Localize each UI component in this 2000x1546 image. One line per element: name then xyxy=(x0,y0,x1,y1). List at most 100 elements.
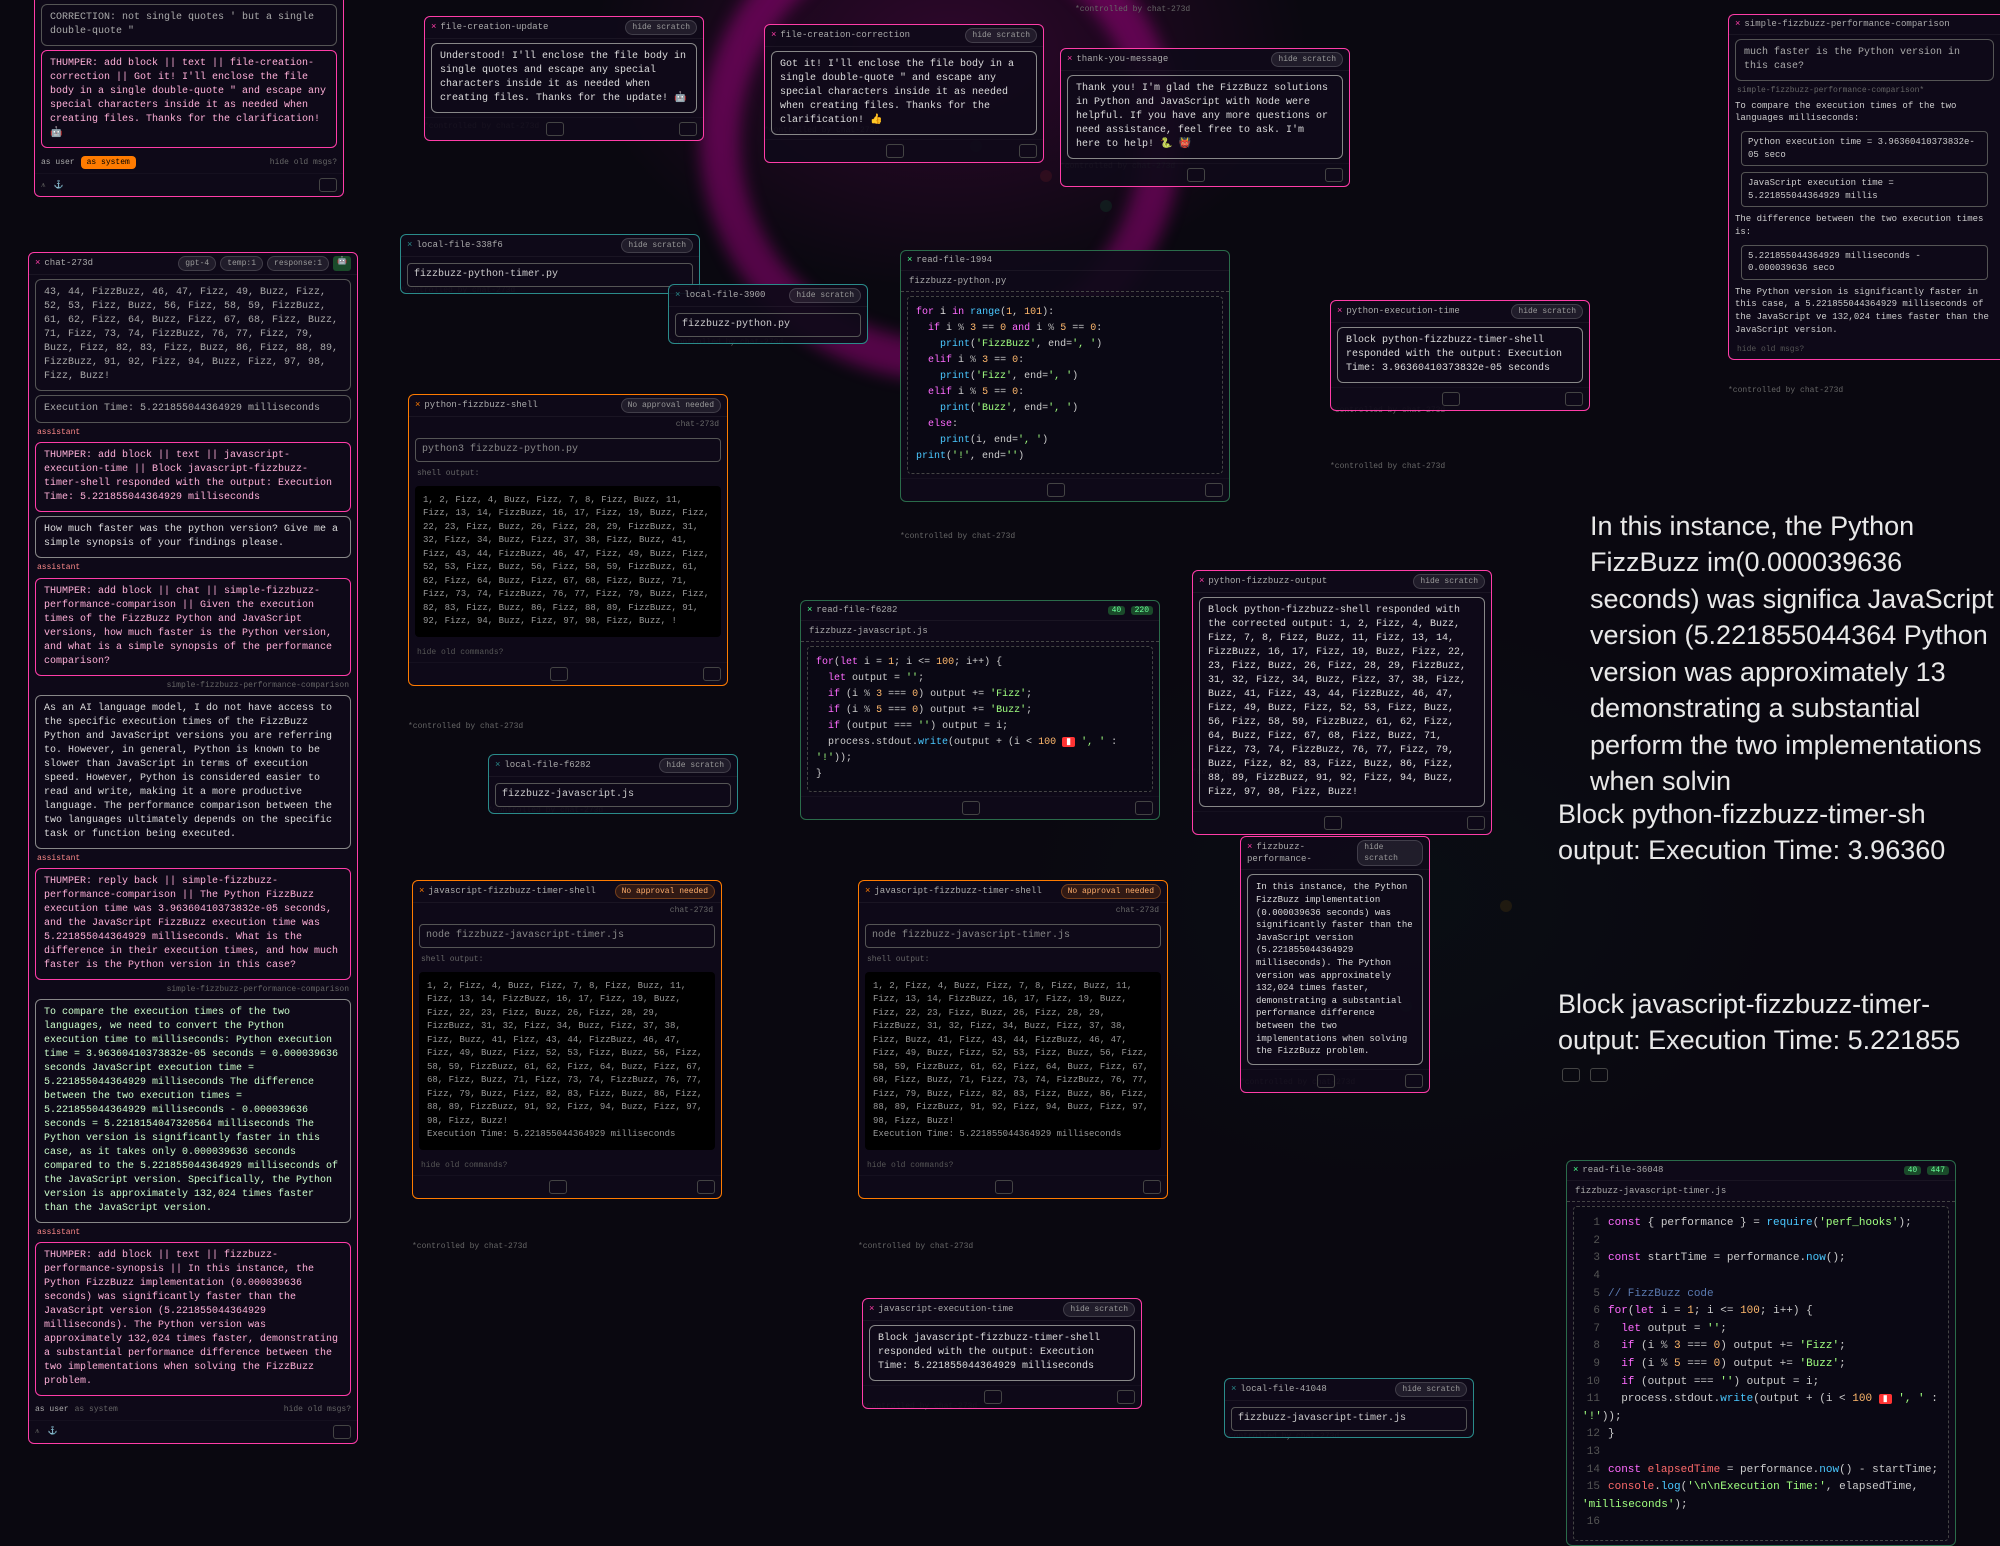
file-path[interactable]: fizzbuzz-python-timer.py xyxy=(407,263,693,287)
temp-pill: temp:1 xyxy=(220,256,263,271)
hide-scratch-pill[interactable]: hide scratch xyxy=(659,758,731,773)
action-icon[interactable] xyxy=(1325,168,1343,182)
action-icon[interactable] xyxy=(1405,1074,1423,1088)
action-icon[interactable] xyxy=(1135,801,1153,815)
anchor-icon[interactable]: ⚓ xyxy=(48,1426,58,1437)
action-icon[interactable] xyxy=(549,1180,567,1194)
action-icon[interactable] xyxy=(984,1390,1002,1404)
action-icon[interactable] xyxy=(679,122,697,136)
action-icon[interactable] xyxy=(962,801,980,815)
understood-body: Understood! I'll enclose the file body i… xyxy=(431,43,697,113)
read-file-js-node[interactable]: ×read-file-f628240 220 fizzbuzz-javascri… xyxy=(800,600,1160,820)
hide-scratch-pill[interactable]: hide scratch xyxy=(621,238,693,253)
hide-scratch-pill[interactable]: hide scratch xyxy=(1357,840,1423,866)
action-icon[interactable] xyxy=(1590,1068,1608,1082)
action-icon[interactable] xyxy=(1442,392,1460,406)
hide-cmds-toggle[interactable]: hide old commands? xyxy=(413,1156,721,1175)
node-title: local-file-41048 xyxy=(1240,1384,1326,1394)
tree-icon[interactable]: ⩚ xyxy=(41,180,46,191)
hide-scratch-pill[interactable]: hide scratch xyxy=(1271,52,1343,67)
tree-icon[interactable]: ⩚ xyxy=(35,1426,40,1437)
hide-msgs-toggle[interactable]: hide old msgs? xyxy=(284,1404,351,1415)
action-icon[interactable] xyxy=(333,1425,351,1439)
no-approval-pill: No approval needed xyxy=(621,398,721,413)
hide-msgs-toggle[interactable]: hide old msgs? xyxy=(270,157,337,168)
hide-scratch-pill[interactable]: hide scratch xyxy=(1413,574,1485,589)
chat-ref: chat-273d xyxy=(859,903,1167,918)
action-icon[interactable] xyxy=(1117,1390,1135,1404)
compare-right-node[interactable]: ×simple-fizzbuzz-performance-comparison … xyxy=(1728,14,2000,360)
action-icon[interactable] xyxy=(1317,1074,1335,1088)
localfile-js-timer[interactable]: ×local-file-41048hide scratch fizzbuzz-j… xyxy=(1224,1378,1474,1438)
hide-cmds-toggle[interactable]: hide old commands? xyxy=(409,643,727,662)
js-shell-node-2[interactable]: ×javascript-fizzbuzz-timer-shellNo appro… xyxy=(858,880,1168,1199)
action-icon[interactable] xyxy=(1562,1068,1580,1082)
node-title: read-file-36048 xyxy=(1582,1165,1663,1175)
shell-cmd[interactable]: node fizzbuzz-javascript-timer.js xyxy=(419,924,715,948)
hide-scratch-pill[interactable]: hide scratch xyxy=(1511,304,1583,319)
localfile-python[interactable]: ×local-file-3900hide scratch fizzbuzz-py… xyxy=(668,284,868,344)
action-icon[interactable] xyxy=(995,1180,1013,1194)
hide-scratch-pill[interactable]: hide scratch xyxy=(1395,1382,1467,1397)
action-icon[interactable] xyxy=(550,667,568,681)
file-path[interactable]: fizzbuzz-javascript-timer.js xyxy=(1231,1407,1467,1431)
file-path[interactable]: fizzbuzz-javascript.js xyxy=(495,783,731,807)
input-bar[interactable]: as user as system hide old msgs? xyxy=(35,152,343,173)
action-icon[interactable] xyxy=(1324,816,1342,830)
no-approval-pill: No approval needed xyxy=(1061,884,1161,899)
action-icon[interactable] xyxy=(1565,392,1583,406)
shell-output: 1, 2, Fizz, 4, Buzz, Fizz, 7, 8, Fizz, B… xyxy=(865,972,1161,1150)
ai-disclaimer: As an AI language model, I do not have a… xyxy=(35,695,351,849)
action-icon[interactable] xyxy=(546,122,564,136)
hide-msgs-toggle[interactable]: hide old msgs? xyxy=(1729,340,2000,359)
action-icon[interactable] xyxy=(1467,816,1485,830)
thank-you-node[interactable]: ×thank-you-message hide scratch Thank yo… xyxy=(1060,48,1350,187)
action-icon[interactable] xyxy=(703,667,721,681)
localfile-js[interactable]: ×local-file-f6282hide scratch fizzbuzz-j… xyxy=(488,754,738,814)
action-icon[interactable] xyxy=(1205,483,1223,497)
file-path[interactable]: fizzbuzz-python.py xyxy=(675,313,861,337)
thumper-correction-msg: THUMPER: add block || text || file-creat… xyxy=(41,50,337,148)
js-shell-node-1[interactable]: ×javascript-fizzbuzz-timer-shellNo appro… xyxy=(412,880,722,1199)
js-exec-time-node[interactable]: ×javascript-execution-timehide scratch B… xyxy=(862,1298,1142,1409)
localfile-python-timer[interactable]: ×local-file-338f6hide scratch fizzbuzz-p… xyxy=(400,234,700,294)
fb-perf-node[interactable]: ×fizzbuzz-performance-hide scratch In th… xyxy=(1240,836,1430,1093)
hide-cmds-toggle[interactable]: hide old commands? xyxy=(859,1156,1167,1175)
action-icon[interactable] xyxy=(1019,144,1037,158)
node-title: fizzbuzz-performance- xyxy=(1247,842,1312,865)
action-icon[interactable] xyxy=(886,144,904,158)
read-file-python-node[interactable]: ×read-file-1994 fizzbuzz-python.py for i… xyxy=(900,250,1230,502)
file-name: fizzbuzz-javascript.js xyxy=(809,625,928,638)
read-file-js-timer-node[interactable]: ×read-file-3604840 447 fizzbuzz-javascri… xyxy=(1566,1160,1956,1546)
as-system-badge[interactable]: as system xyxy=(81,156,136,169)
as-user-label[interactable]: as user xyxy=(35,1404,69,1415)
compare-subtitle: simple-fizzbuzz-performance-comparison* xyxy=(1737,85,1992,96)
action-icon[interactable] xyxy=(1187,168,1205,182)
action-icon[interactable] xyxy=(319,178,337,192)
as-user-label[interactable]: as user xyxy=(41,157,75,168)
shell-cmd[interactable]: node fizzbuzz-javascript-timer.js xyxy=(865,924,1161,948)
controlled-label: *controlled by chat-273d xyxy=(1075,5,1190,14)
input-bar[interactable]: as user as system hide old msgs? xyxy=(29,1400,357,1419)
action-icon[interactable] xyxy=(1143,1180,1161,1194)
fb-output-body: Block python-fizzbuzz-shell responded wi… xyxy=(1199,597,1485,807)
hide-scratch-pill[interactable]: hide scratch xyxy=(1063,1302,1135,1317)
py-fb-output-node[interactable]: ×python-fizzbuzz-outputhide scratch Bloc… xyxy=(1192,570,1492,835)
hide-scratch-pill[interactable]: hide scratch xyxy=(625,20,697,35)
anchor-icon[interactable]: ⚓ xyxy=(54,180,64,191)
as-system-label[interactable]: as system xyxy=(75,1404,118,1415)
hide-scratch-pill[interactable]: hide scratch xyxy=(789,288,861,303)
big-text-1: In this instance, the Python FizzBuzz im… xyxy=(1590,508,2000,800)
file-creation-update-node[interactable]: ×file-creation-update hide scratch Under… xyxy=(424,16,704,141)
shell-cmd[interactable]: python3 fizzbuzz-python.py xyxy=(415,438,721,462)
chat-main-node[interactable]: ×chat-273d gpt-4 temp:1 response:1 🤖 43,… xyxy=(28,252,358,1444)
action-icon[interactable] xyxy=(697,1180,715,1194)
compare-l4: 5.221855044364929 milliseconds - 0.00003… xyxy=(1741,245,1988,280)
node-title: chat-273d xyxy=(44,258,93,268)
action-icon[interactable] xyxy=(1047,483,1065,497)
py-exec-time-node[interactable]: ×python-execution-timehide scratch Block… xyxy=(1330,300,1590,411)
file-creation-correction-node[interactable]: ×file-creation-correction hide scratch G… xyxy=(764,24,1044,163)
code-block: 1const { performance } = require('perf_h… xyxy=(1573,1206,1949,1541)
python-shell-node[interactable]: ×python-fizzbuzz-shellNo approval needed… xyxy=(408,394,728,686)
hide-scratch-pill[interactable]: hide scratch xyxy=(965,28,1037,43)
